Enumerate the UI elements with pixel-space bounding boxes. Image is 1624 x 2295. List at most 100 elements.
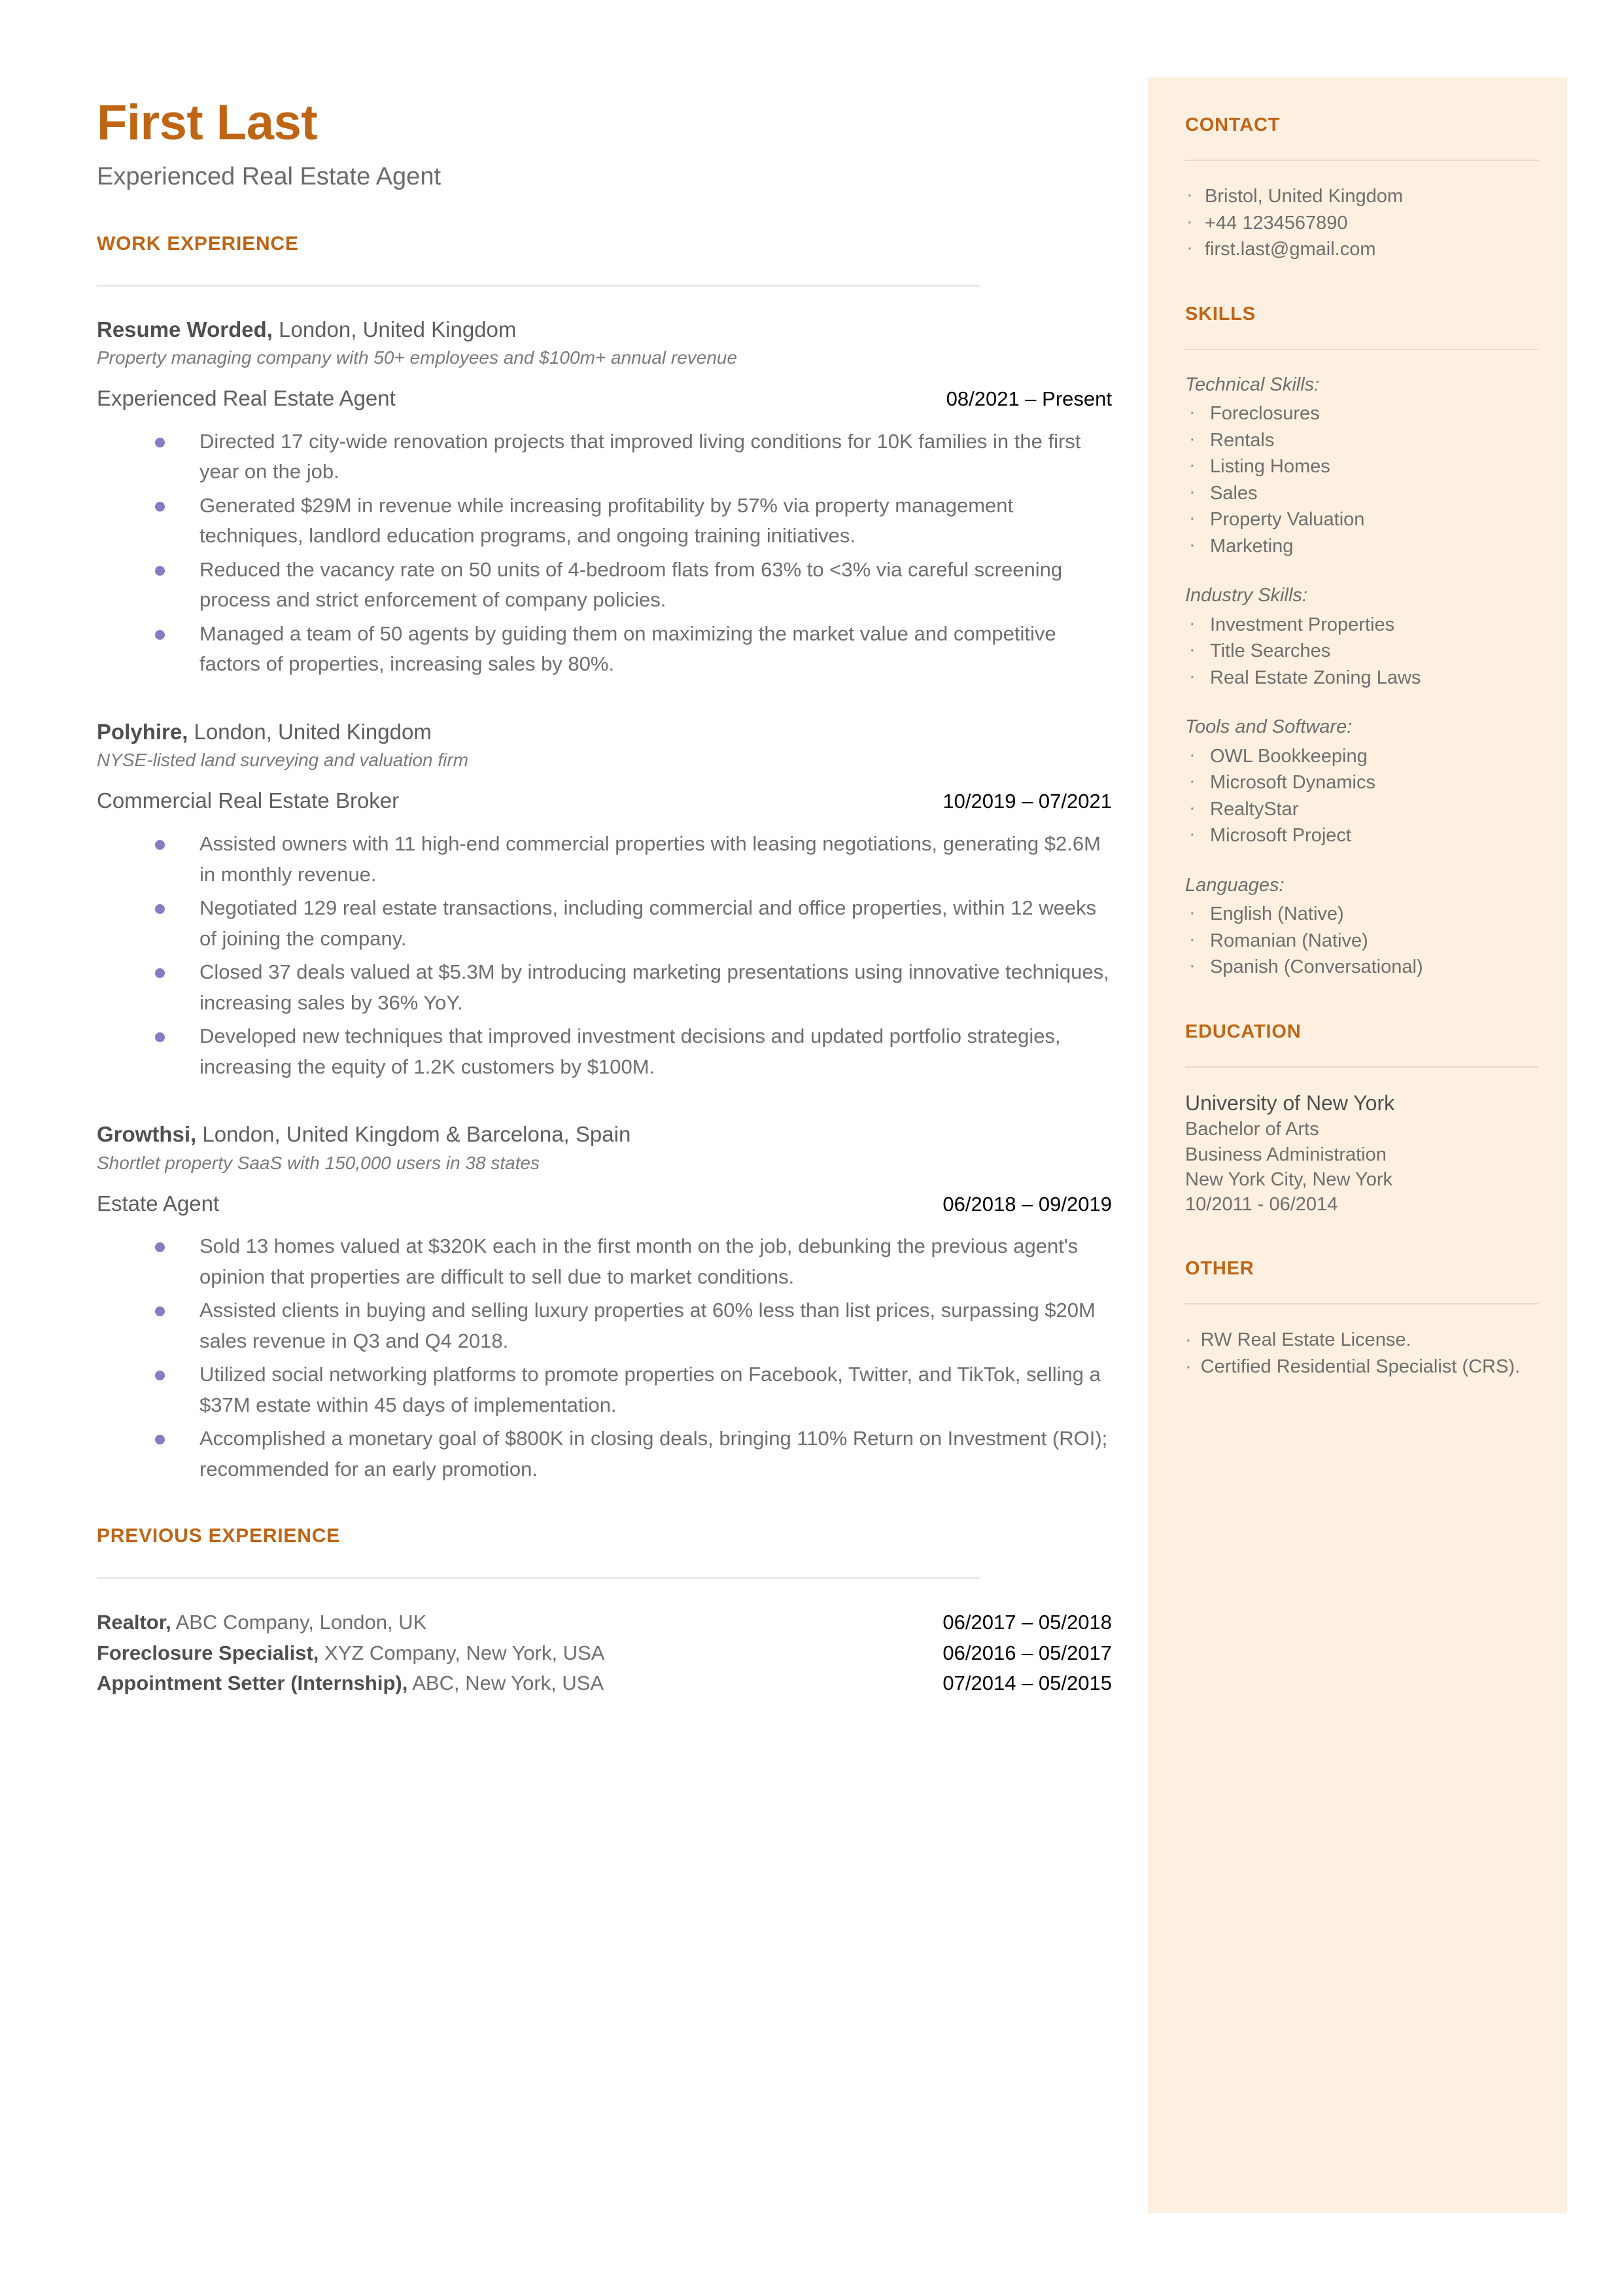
- skill-item: English (Native): [1185, 900, 1538, 928]
- job-bullet: Closed 37 deals valued at $5.3M by intro…: [97, 957, 1112, 1018]
- sidebar-heading-education: EDUCATION: [1185, 1021, 1302, 1042]
- divider-education: [1185, 1066, 1538, 1068]
- company-description: Shortlet property SaaS with 150,000 user…: [97, 1152, 540, 1173]
- education-entry: University of New York Bachelor of Arts …: [1185, 1090, 1538, 1218]
- previous-experience-detail: Realtor, ABC Company, London, UK: [97, 1607, 426, 1638]
- previous-experience-row: Realtor, ABC Company, London, UK 06/2017…: [97, 1607, 1112, 1638]
- skill-group-languages: Languages: English (Native) Romanian (Na…: [1185, 873, 1538, 981]
- skill-group-technical: Technical Skills: Foreclosures Rentals L…: [1185, 372, 1538, 560]
- divider-contact: [1185, 160, 1538, 161]
- job-dates: 06/2018 – 09/2019: [942, 1192, 1112, 1216]
- section-heading-previous-experience: PREVIOUS EXPERIENCE: [97, 1525, 340, 1547]
- main-content: First Last Experienced Real Estate Agent…: [97, 98, 1112, 1699]
- other-item-label: Certified Residential Specialist (CRS).: [1200, 1356, 1521, 1377]
- education-school: University of New York: [1185, 1091, 1395, 1115]
- skill-item: Marketing: [1185, 532, 1538, 560]
- skill-item-list: Foreclosures Rentals Listing Homes Sales…: [1185, 399, 1538, 560]
- bullet-dot-icon: ·: [1185, 1356, 1192, 1377]
- job-title: Experienced Real Estate Agent: [97, 386, 396, 411]
- previous-dates: 06/2017 – 05/2018: [942, 1611, 1112, 1634]
- skill-item: Sales: [1185, 479, 1538, 507]
- job-bullet-list: Directed 17 city-wide renovation project…: [97, 427, 1112, 680]
- contact-item-phone[interactable]: +44 1234567890: [1185, 209, 1538, 237]
- section-heading-work-experience: WORK EXPERIENCE: [97, 232, 299, 254]
- job-bullet: Assisted clients in buying and selling l…: [97, 1295, 1112, 1356]
- page-title: First Last: [97, 95, 318, 150]
- skill-item: Microsoft Project: [1185, 821, 1538, 849]
- contact-item-location: Bristol, United Kingdom: [1185, 182, 1538, 210]
- previous-role: Appointment Setter (Internship),: [97, 1672, 408, 1695]
- skill-item: OWL Bookkeeping: [1185, 742, 1538, 770]
- skill-item: Rentals: [1185, 426, 1538, 454]
- divider-work-experience: [97, 285, 980, 287]
- skill-item: Microsoft Dynamics: [1185, 768, 1538, 796]
- previous-company: ABC, New York, USA: [407, 1672, 604, 1695]
- job-bullet: Reduced the vacancy rate on 50 units of …: [97, 555, 1112, 616]
- skill-group-industry: Industry Skills: Investment Properties T…: [1185, 583, 1538, 691]
- job-bullet-list: Sold 13 homes valued at $320K each in th…: [97, 1231, 1112, 1484]
- skill-item: Property Valuation: [1185, 505, 1538, 533]
- job-title: Commercial Real Estate Broker: [97, 788, 400, 813]
- company-name: Growthsi,: [97, 1122, 197, 1147]
- skill-item: Title Searches: [1185, 637, 1538, 665]
- job-title-row: Experienced Real Estate Agent 08/2021 – …: [97, 385, 1112, 412]
- company-line: Resume Worded, London, United Kingdom: [97, 315, 1112, 344]
- bullet-dot-icon: ·: [1185, 1329, 1192, 1350]
- company-line: Growthsi, London, United Kingdom & Barce…: [97, 1120, 1112, 1149]
- job-bullet: Directed 17 city-wide renovation project…: [97, 427, 1112, 487]
- skill-item: Investment Properties: [1185, 610, 1538, 639]
- skill-group-title: Industry Skills:: [1185, 585, 1307, 606]
- skill-group-title: Languages:: [1185, 874, 1285, 896]
- company-name: Polyhire,: [97, 719, 188, 744]
- job-bullet: Assisted owners with 11 high-end commerc…: [97, 829, 1112, 890]
- company-location: London, United Kingdom: [272, 317, 517, 342]
- education-location: New York City, New York: [1185, 1168, 1392, 1190]
- other-list: · RW Real Estate License. · Certified Resi…: [1185, 1327, 1538, 1380]
- skill-group-title: Tools and Software:: [1185, 716, 1353, 738]
- divider-other: [1185, 1303, 1538, 1305]
- job-entry: Growthsi, London, United Kingdom & Barce…: [97, 1120, 1112, 1484]
- previous-role: Foreclosure Specialist,: [97, 1641, 319, 1664]
- sidebar-heading-other: OTHER: [1185, 1257, 1254, 1279]
- job-bullet: Negotiated 129 real estate transactions,…: [97, 893, 1112, 954]
- job-bullet-list: Assisted owners with 11 high-end commerc…: [97, 829, 1112, 1082]
- previous-experience-detail: Foreclosure Specialist, XYZ Company, New…: [97, 1638, 604, 1669]
- previous-experience-row: Foreclosure Specialist, XYZ Company, New…: [97, 1638, 1112, 1669]
- company-description: NYSE-listed land surveying and valuation…: [97, 750, 469, 771]
- previous-dates: 06/2016 – 05/2017: [942, 1641, 1112, 1664]
- headline: Experienced Real Estate Agent: [97, 163, 441, 190]
- previous-company: XYZ Company, New York, USA: [319, 1641, 605, 1664]
- sidebar-heading-contact: CONTACT: [1185, 114, 1281, 135]
- divider-previous-experience: [97, 1577, 980, 1579]
- company-description: Property managing company with 50+ emplo…: [97, 347, 738, 368]
- job-bullet: Managed a team of 50 agents by guiding t…: [97, 619, 1112, 680]
- previous-experience-list: Realtor, ABC Company, London, UK 06/2017…: [97, 1607, 1112, 1699]
- company-location: London, United Kingdom: [188, 719, 432, 744]
- job-entry: Polyhire, London, United Kingdom NYSE-li…: [97, 718, 1112, 1082]
- previous-company: ABC Company, London, UK: [171, 1611, 427, 1634]
- sidebar-heading-skills: SKILLS: [1185, 303, 1256, 324]
- job-bullet: Accomplished a monetary goal of $800K in…: [97, 1424, 1112, 1484]
- divider-skills: [1185, 348, 1538, 350]
- company-name: Resume Worded,: [97, 317, 273, 342]
- skill-item: Foreclosures: [1185, 399, 1538, 427]
- skill-item: RealtyStar: [1185, 795, 1538, 823]
- job-dates: 10/2019 – 07/2021: [942, 790, 1112, 813]
- skill-group-title: Technical Skills:: [1185, 374, 1320, 395]
- job-dates: 08/2021 – Present: [946, 387, 1112, 411]
- sidebar-content: CONTACT Bristol, United Kingdom +44 1234…: [1185, 114, 1538, 1380]
- company-location: London, United Kingdom & Barcelona, Spai…: [196, 1122, 631, 1147]
- previous-experience-row: Appointment Setter (Internship), ABC, Ne…: [97, 1668, 1112, 1699]
- education-degree: Bachelor of Arts: [1185, 1119, 1319, 1140]
- contact-item-email[interactable]: first.last@gmail.com: [1185, 235, 1538, 263]
- other-item: · Certified Residential Specialist (CRS).: [1185, 1354, 1538, 1380]
- previous-role: Realtor,: [97, 1611, 171, 1634]
- skill-item-list: OWL Bookkeeping Microsoft Dynamics Realt…: [1185, 742, 1538, 849]
- education-field: Business Administration: [1185, 1144, 1387, 1165]
- job-bullet: Generated $29M in revenue while increasi…: [97, 491, 1112, 552]
- skill-item: Listing Homes: [1185, 452, 1538, 480]
- contact-list: Bristol, United Kingdom +44 1234567890 f…: [1185, 182, 1538, 263]
- skill-item: Romanian (Native): [1185, 926, 1538, 955]
- previous-dates: 07/2014 – 05/2015: [942, 1672, 1112, 1695]
- job-bullet: Sold 13 homes valued at $320K each in th…: [97, 1231, 1112, 1292]
